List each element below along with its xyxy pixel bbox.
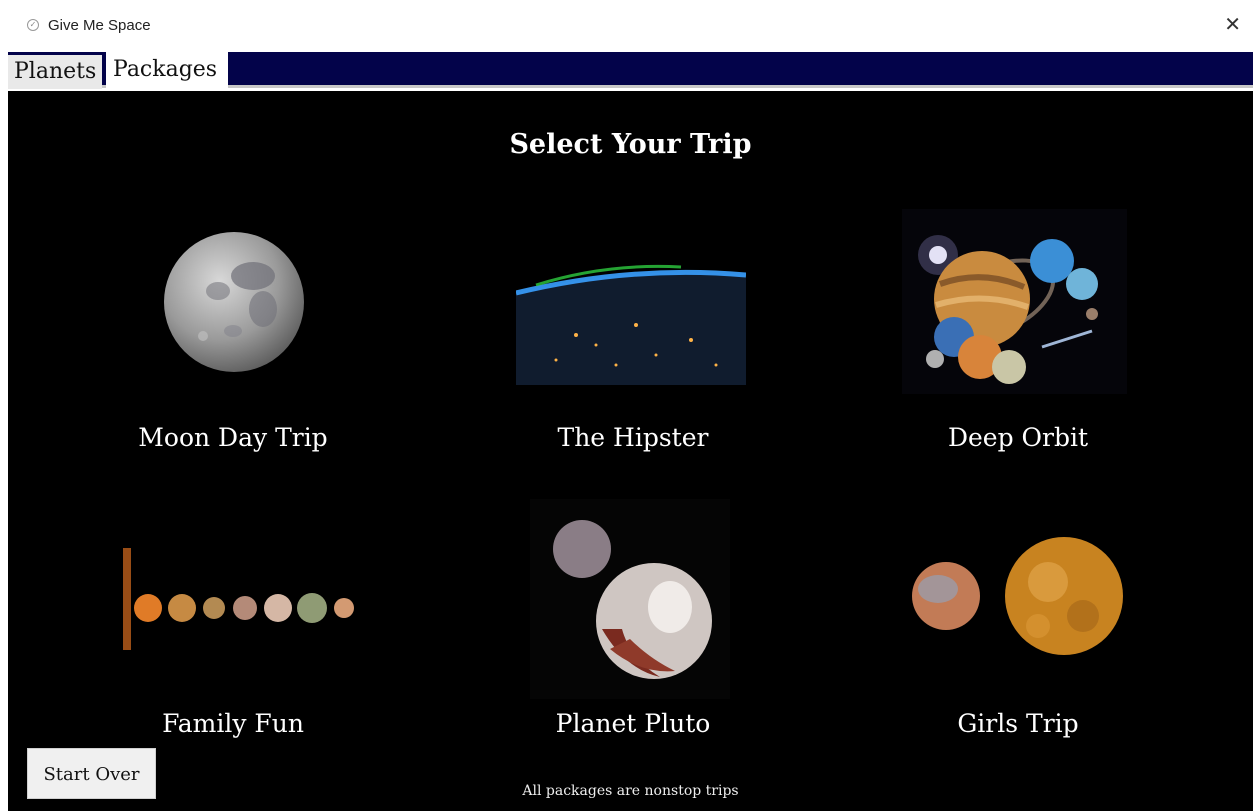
mars-venus-image: [908, 534, 1133, 659]
package-planet-pluto[interactable]: Planet Pluto: [503, 499, 763, 739]
packages-panel: Select Your Trip Moon Day Trip The Hipst…: [8, 91, 1253, 811]
tab-packages[interactable]: Packages: [106, 52, 228, 88]
earth-orbit-image: [516, 245, 746, 385]
planet-lineup-image: [118, 544, 358, 654]
package-label: The Hipster: [557, 423, 709, 452]
package-girls-trip[interactable]: Girls Trip: [888, 499, 1148, 739]
package-family-fun[interactable]: Family Fun: [113, 499, 358, 739]
package-moon-day-trip[interactable]: Moon Day Trip: [113, 209, 353, 452]
footer-note: All packages are nonstop trips: [522, 783, 739, 799]
tab-planets[interactable]: Planets: [8, 55, 102, 89]
package-label: Family Fun: [162, 709, 304, 738]
pluto-image: [530, 499, 730, 699]
page-title: Select Your Trip: [509, 129, 752, 160]
package-the-hipster[interactable]: The Hipster: [503, 209, 763, 452]
package-label: Deep Orbit: [947, 423, 1089, 452]
app-icon: ✓: [27, 19, 39, 31]
solar-system-image: [902, 209, 1127, 394]
moon-image: [164, 232, 304, 372]
close-icon[interactable]: ✕: [1224, 12, 1241, 36]
window-title: Give Me Space: [48, 17, 151, 34]
package-label: Moon Day Trip: [138, 423, 328, 452]
package-label: Girls Trip: [957, 709, 1079, 738]
title-bar: ✓ Give Me Space ✕: [0, 0, 1253, 52]
package-label: Planet Pluto: [555, 709, 711, 738]
tab-bar: Planets Packages: [8, 52, 1253, 89]
package-deep-orbit[interactable]: Deep Orbit: [888, 209, 1148, 452]
